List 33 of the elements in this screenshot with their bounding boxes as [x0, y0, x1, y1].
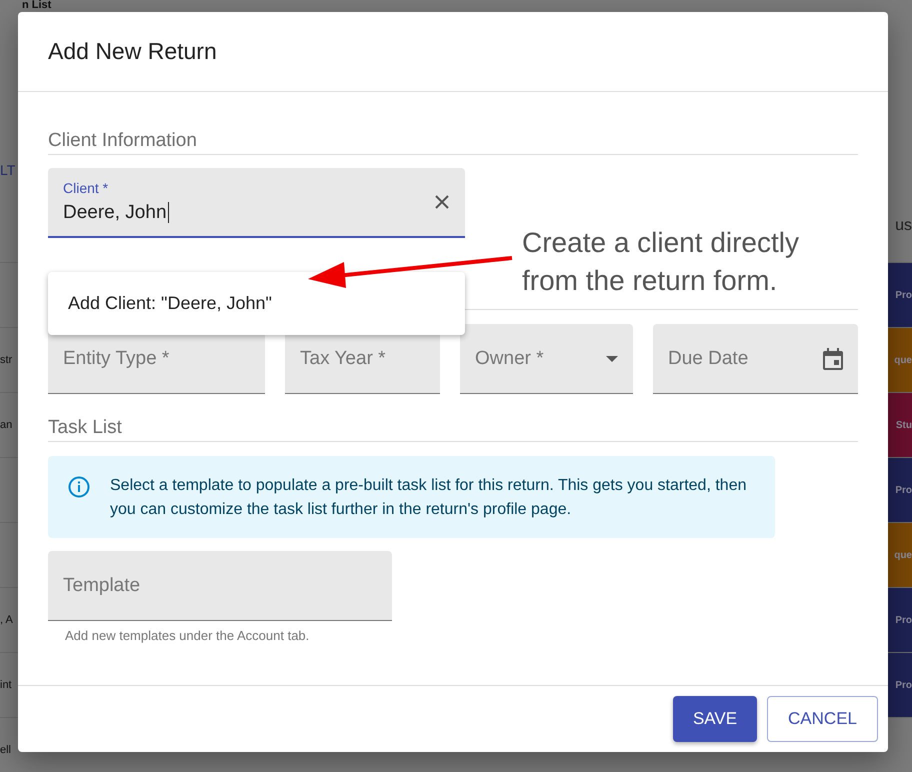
column-header: us	[895, 217, 912, 235]
template-field[interactable]: Template	[48, 551, 392, 621]
dialog-title: Add New Return	[48, 38, 217, 65]
owner-select[interactable]: Owner *	[460, 324, 633, 394]
status-chip: Pro	[888, 263, 912, 327]
calendar-icon[interactable]	[823, 348, 843, 370]
status-chip: que	[888, 523, 912, 587]
save-button[interactable]: SAVE	[672, 696, 758, 742]
table-cell: an	[0, 419, 12, 431]
annotation-text: Create a client directly	[522, 226, 800, 260]
table-cell: int	[0, 679, 12, 691]
table-cell: str	[0, 354, 12, 366]
info-icon	[68, 476, 90, 498]
table-cell: , A	[0, 614, 13, 626]
status-chip: Pro	[888, 458, 912, 522]
table-cell: ell	[0, 744, 12, 756]
client-field[interactable]: Client * Deere, John	[48, 168, 465, 238]
cancel-button[interactable]: CANCEL	[767, 696, 878, 742]
status-chip: Stu	[888, 393, 912, 457]
section-title: Task List	[48, 417, 858, 442]
caret-icon	[606, 356, 618, 362]
status-chip: Pro	[888, 588, 912, 652]
link-text[interactable]: LT	[0, 162, 16, 178]
close-icon[interactable]	[434, 194, 450, 210]
info-text: Select a template to populate a pre-built task list for this return. This gets you started, then you can customize the task list further in the return's profile page.	[110, 476, 748, 520]
status-chip: Pro	[888, 653, 912, 717]
menu-item[interactable]: Add Client: "Deere, John"	[48, 280, 465, 327]
status-chip: que	[888, 328, 912, 392]
annotation-text: from the return form.	[522, 264, 778, 298]
date-field[interactable]: Due Date	[653, 324, 858, 394]
page-title: n List	[22, 0, 52, 12]
helper-text: Add new templates under the Account tab.	[64, 628, 310, 643]
section-title: Client Information	[48, 130, 858, 155]
